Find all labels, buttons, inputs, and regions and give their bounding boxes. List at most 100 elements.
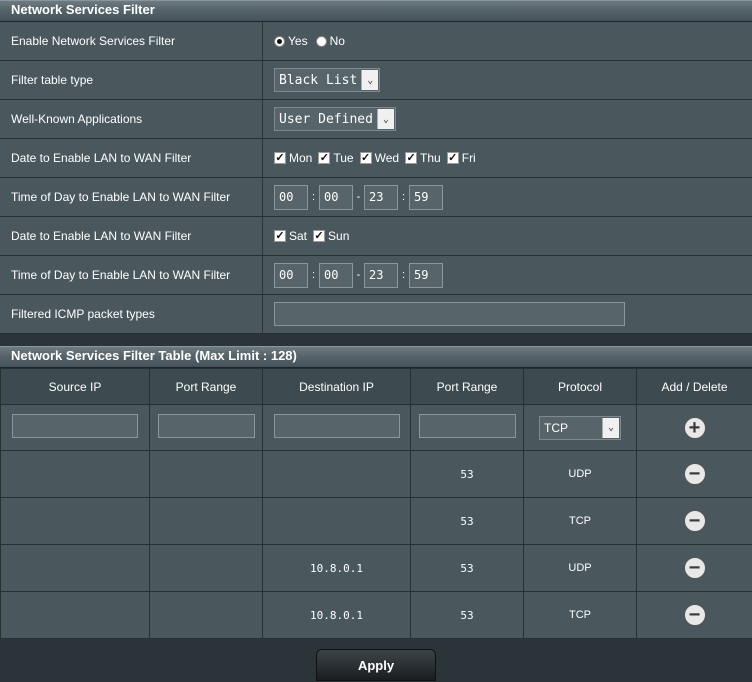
- filter-type-row: Filter table type Black List⌄: [0, 61, 752, 100]
- checkmark-icon[interactable]: ✓: [447, 152, 459, 164]
- table-row: 10.8.0.1 53 TCP −: [1, 592, 752, 639]
- weekday-label: Date to Enable LAN to WAN Filter: [0, 139, 263, 177]
- icmp-row: Filtered ICMP packet types: [0, 295, 752, 334]
- checkmark-icon[interactable]: ✓: [274, 152, 286, 164]
- checkmark-icon[interactable]: ✓: [405, 152, 417, 164]
- weekend-label: Date to Enable LAN to WAN Filter: [0, 217, 263, 255]
- checkbox-thu[interactable]: ✓Thu: [405, 151, 441, 165]
- cell-source-ip: [1, 498, 150, 545]
- apps-value: User Defined: [275, 112, 377, 127]
- radio-yes-dot[interactable]: [274, 36, 285, 47]
- new-protocol-select[interactable]: TCP⌄: [539, 416, 621, 440]
- radio-yes-label: Yes: [288, 34, 308, 48]
- enable-filter-label: Enable Network Services Filter: [0, 22, 263, 60]
- new-destination-ip-input[interactable]: [274, 414, 400, 438]
- checkmark-icon[interactable]: ✓: [318, 152, 330, 164]
- weekend-row: Date to Enable LAN to WAN Filter ✓Sat ✓S…: [0, 217, 752, 256]
- cell-destination-port: 53: [411, 592, 524, 639]
- header-destination-ip: Destination IP: [263, 369, 411, 405]
- minus-circle-icon[interactable]: −: [684, 604, 706, 626]
- filter-table: Source IP Port Range Destination IP Port…: [0, 368, 752, 639]
- time-colon: :: [398, 191, 409, 203]
- cell-destination-port: 53: [411, 498, 524, 545]
- checkbox-sat[interactable]: ✓Sat: [274, 229, 307, 243]
- checkbox-fri[interactable]: ✓Fri: [447, 151, 476, 165]
- minus-circle-icon[interactable]: −: [684, 510, 706, 532]
- filter-type-value: Black List: [275, 73, 361, 88]
- header-protocol: Protocol: [524, 369, 637, 405]
- radio-no-label: No: [330, 34, 345, 48]
- table-header-row: Source IP Port Range Destination IP Port…: [1, 369, 752, 405]
- header-add-delete: Add / Delete: [637, 369, 752, 405]
- icmp-label: Filtered ICMP packet types: [0, 295, 263, 333]
- chevron-down-icon[interactable]: ⌄: [602, 418, 619, 438]
- apps-label: Well-Known Applications: [0, 100, 263, 138]
- minus-circle-icon[interactable]: −: [684, 557, 706, 579]
- checkbox-tue-label: Tue: [333, 151, 353, 165]
- new-rule-row: TCP⌄ +: [1, 405, 752, 451]
- weekend-end-minute[interactable]: 59: [409, 263, 443, 288]
- header-source-port: Port Range: [150, 369, 263, 405]
- radio-no[interactable]: No: [316, 34, 345, 48]
- cell-source-port: [150, 498, 263, 545]
- cell-destination-port: 53: [411, 545, 524, 592]
- weekend-start-minute[interactable]: 00: [319, 263, 353, 288]
- checkmark-icon[interactable]: ✓: [313, 230, 325, 242]
- weekday-start-hour[interactable]: 00: [274, 185, 308, 210]
- weekday-end-hour[interactable]: 23: [364, 185, 398, 210]
- weekday-start-minute[interactable]: 00: [319, 185, 353, 210]
- minus-circle-icon[interactable]: −: [684, 463, 706, 485]
- radio-yes[interactable]: Yes: [274, 34, 308, 48]
- cell-source-ip: [1, 592, 150, 639]
- enable-filter-row: Enable Network Services Filter Yes No: [0, 22, 752, 61]
- apply-container: Apply: [0, 649, 752, 681]
- time-colon: :: [308, 191, 319, 203]
- new-source-ip-input[interactable]: [12, 414, 138, 438]
- settings-form: Enable Network Services Filter Yes No Fi…: [0, 22, 752, 334]
- checkbox-sat-label: Sat: [289, 229, 307, 243]
- cell-source-port: [150, 592, 263, 639]
- radio-no-dot[interactable]: [316, 36, 327, 47]
- weekday-end-minute[interactable]: 59: [409, 185, 443, 210]
- new-source-port-input[interactable]: [158, 414, 255, 438]
- time-dash: -: [353, 191, 364, 203]
- cell-destination-port: 53: [411, 451, 524, 498]
- cell-destination-ip: 10.8.0.1: [263, 545, 411, 592]
- cell-destination-ip: [263, 451, 411, 498]
- cell-source-ip: [1, 451, 150, 498]
- weekday-time-label: Time of Day to Enable LAN to WAN Filter: [0, 178, 263, 216]
- cell-destination-ip: 10.8.0.1: [263, 592, 411, 639]
- section-title-filter: Network Services Filter: [0, 0, 752, 22]
- checkbox-sun[interactable]: ✓Sun: [313, 229, 349, 243]
- checkmark-icon[interactable]: ✓: [274, 230, 286, 242]
- chevron-down-icon[interactable]: ⌄: [377, 109, 394, 129]
- checkbox-mon-label: Mon: [289, 151, 312, 165]
- weekend-start-hour[interactable]: 00: [274, 263, 308, 288]
- cell-source-port: [150, 451, 263, 498]
- weekend-time-label: Time of Day to Enable LAN to WAN Filter: [0, 256, 263, 294]
- header-source-ip: Source IP: [1, 369, 150, 405]
- section-spacer: [0, 334, 752, 346]
- chevron-down-icon[interactable]: ⌄: [361, 70, 378, 90]
- section-title-table: Network Services Filter Table (Max Limit…: [0, 346, 752, 368]
- cell-protocol: TCP: [524, 498, 637, 545]
- checkbox-sun-label: Sun: [328, 229, 349, 243]
- weekday-row: Date to Enable LAN to WAN Filter ✓Mon ✓T…: [0, 139, 752, 178]
- icmp-input[interactable]: [274, 302, 625, 326]
- checkbox-tue[interactable]: ✓Tue: [318, 151, 353, 165]
- weekend-end-hour[interactable]: 23: [364, 263, 398, 288]
- new-destination-port-input[interactable]: [419, 414, 516, 438]
- checkbox-mon[interactable]: ✓Mon: [274, 151, 312, 165]
- filter-type-select[interactable]: Black List⌄: [274, 68, 380, 92]
- checkbox-thu-label: Thu: [420, 151, 441, 165]
- cell-protocol: UDP: [524, 451, 637, 498]
- apply-button[interactable]: Apply: [316, 649, 436, 681]
- checkbox-fri-label: Fri: [462, 151, 476, 165]
- time-colon: :: [308, 269, 319, 281]
- checkbox-wed[interactable]: ✓Wed: [360, 151, 399, 165]
- checkmark-icon[interactable]: ✓: [360, 152, 372, 164]
- header-destination-port: Port Range: [411, 369, 524, 405]
- checkbox-wed-label: Wed: [375, 151, 399, 165]
- plus-circle-icon[interactable]: +: [684, 417, 706, 439]
- apps-select[interactable]: User Defined⌄: [274, 107, 396, 131]
